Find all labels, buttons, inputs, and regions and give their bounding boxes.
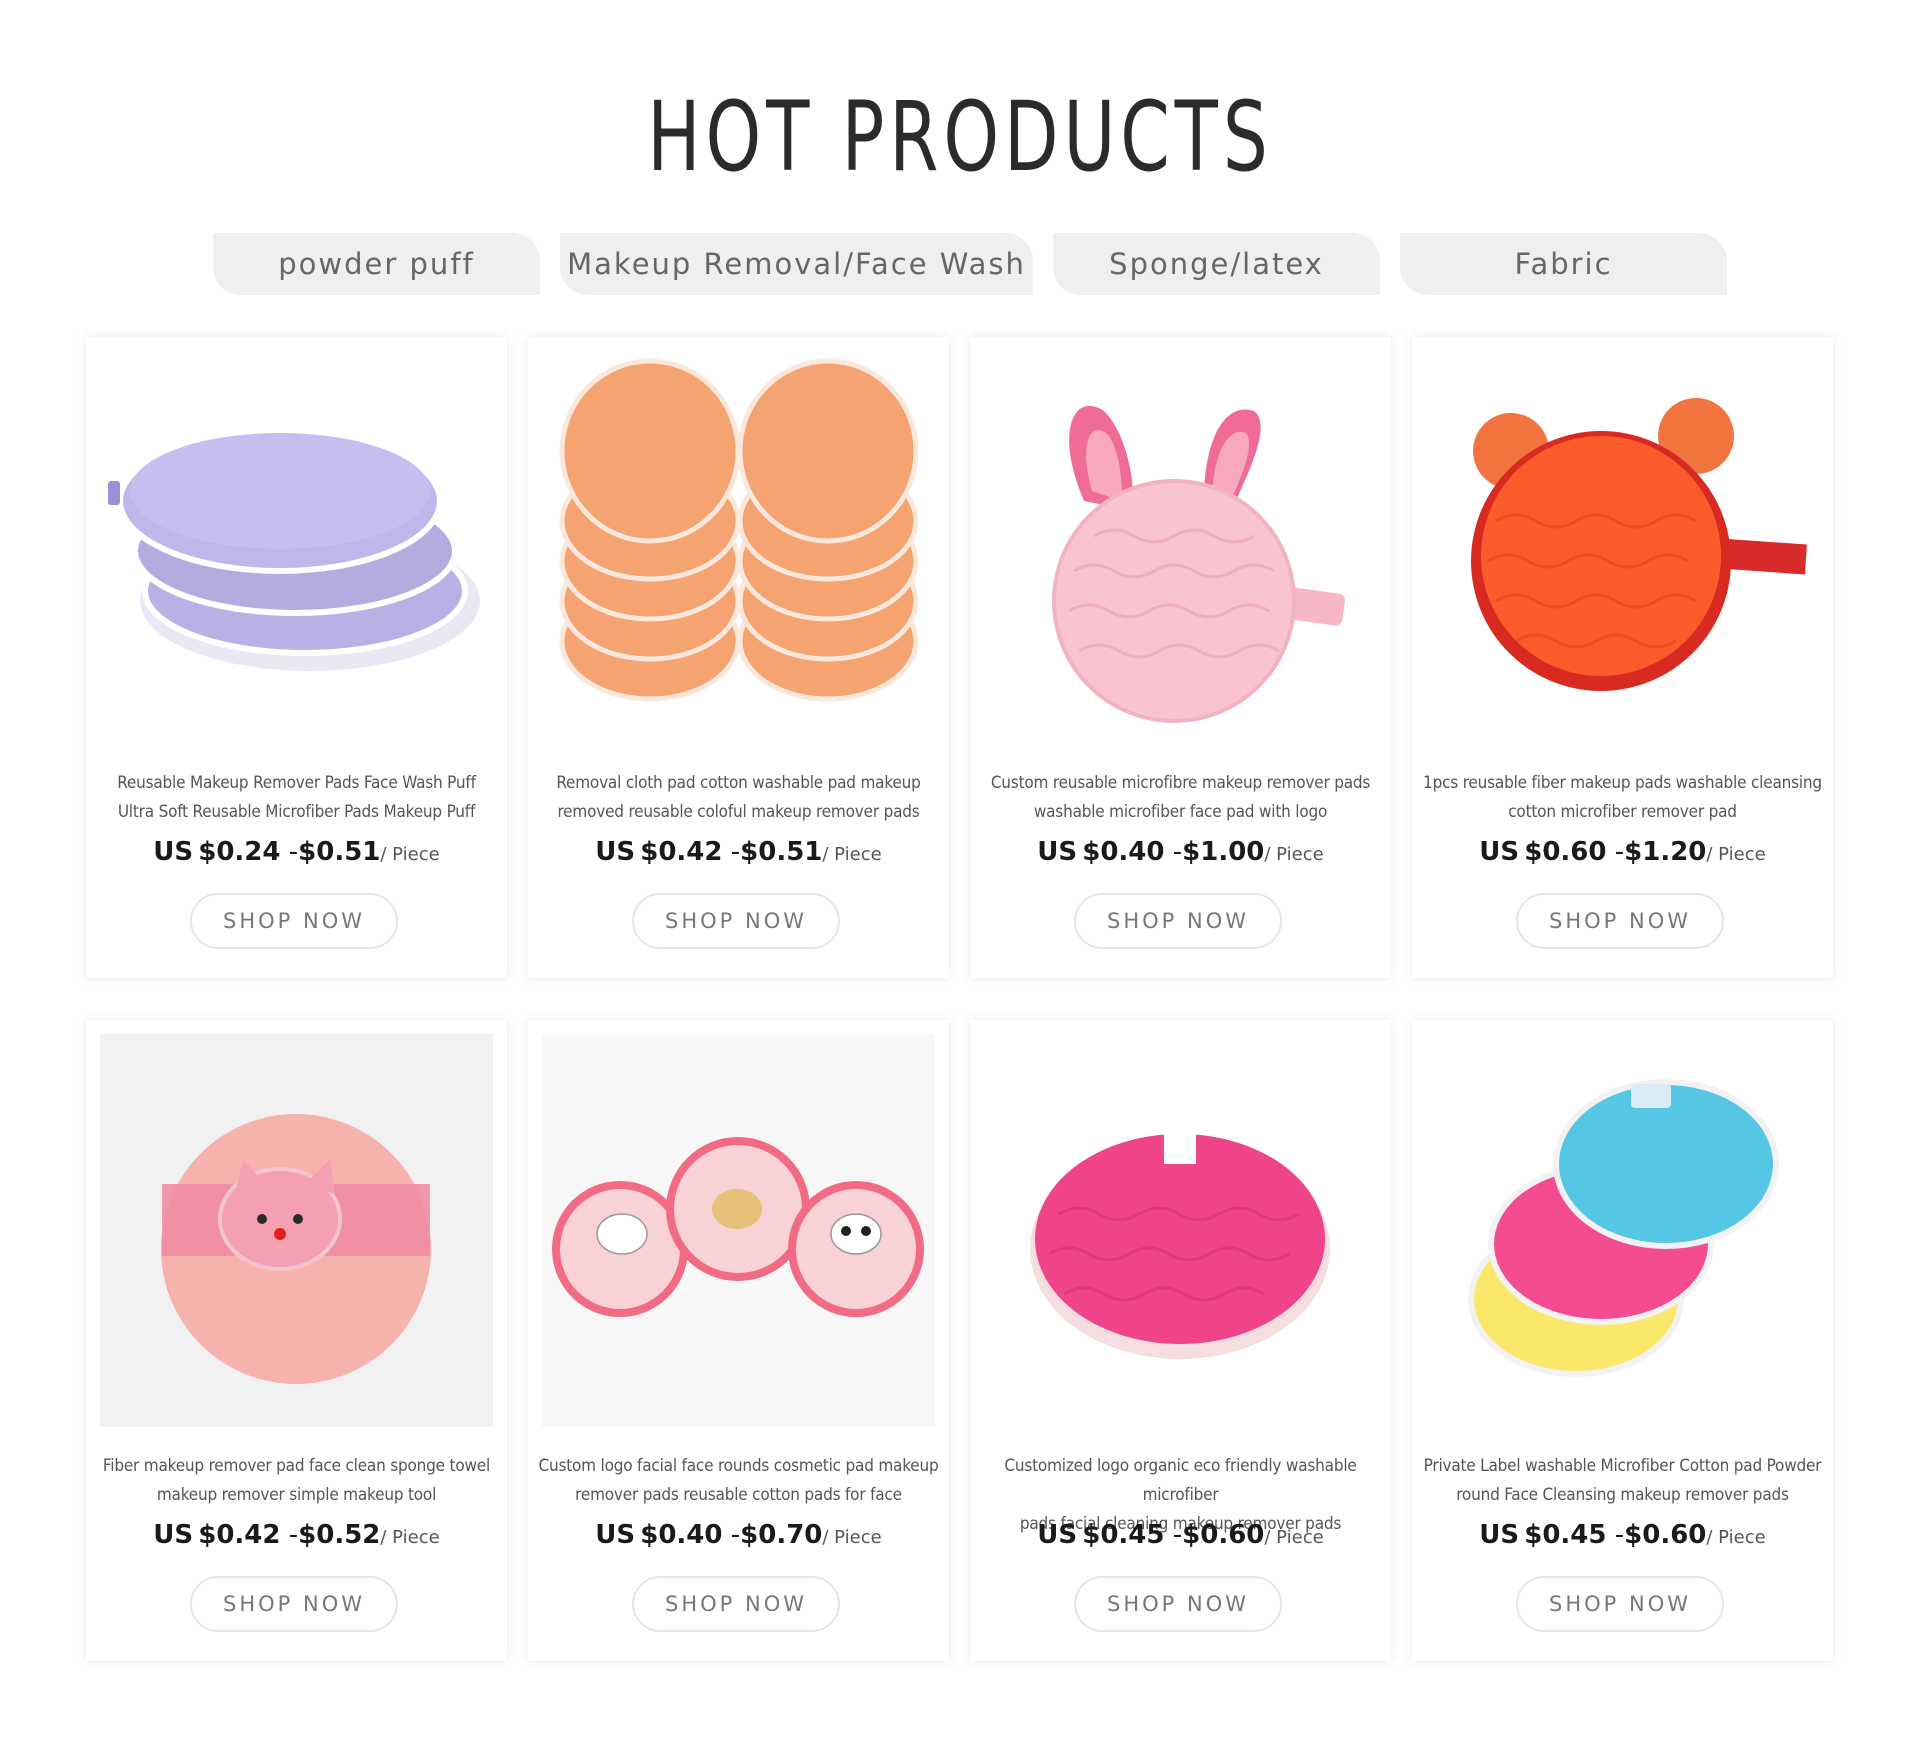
hot-products-page: HOT PRODUCTS powder puff Makeup Removal/…	[0, 0, 1920, 1756]
colorful-pads-image[interactable]	[1426, 1034, 1819, 1427]
product-name-line: Fiber makeup remover pad face clean spon…	[102, 1456, 491, 1476]
product-name-line: washable microfiber face pad with logo	[1033, 802, 1328, 822]
animal-puffs-image[interactable]	[542, 1034, 935, 1427]
pink-cat-puff-image[interactable]	[100, 1034, 493, 1427]
product-price: US $0.42 -$0.51/ Piece	[595, 837, 882, 867]
shop-now-button[interactable]: SHOP NOW	[1516, 1576, 1724, 1632]
price-unit: / Piece	[1264, 844, 1324, 865]
price-currency: US	[595, 837, 636, 867]
product-name[interactable]: Removal cloth pad cotton washable pad ma…	[532, 769, 945, 827]
product-price: US $0.24 -$0.51/ Piece	[153, 837, 440, 867]
product-name-line: Ultra Soft Reusable Microfiber Pads Make…	[117, 802, 476, 822]
product-card[interactable]: Removal cloth pad cotton washable pad ma…	[528, 337, 949, 978]
price-unit: / Piece	[822, 844, 882, 865]
product-name-line: 1pcs reusable fiber makeup pads washable…	[1423, 773, 1822, 793]
product-name-line: cotton microfiber remover pad	[1508, 802, 1737, 822]
price-low: $0.45	[1524, 1520, 1607, 1550]
product-name[interactable]: 1pcs reusable fiber makeup pads washable…	[1416, 769, 1829, 827]
price-low: $0.42	[640, 837, 723, 867]
shop-now-button[interactable]: SHOP NOW	[1074, 1576, 1282, 1632]
category-tabs: powder puff Makeup Removal/Face Wash Spo…	[0, 233, 1920, 295]
shop-now-button[interactable]: SHOP NOW	[632, 893, 840, 949]
price-currency: US	[595, 1520, 636, 1550]
product-name-line: round Face Cleansing makeup remover pads	[1456, 1485, 1789, 1505]
tab-powder-puff[interactable]: powder puff	[213, 233, 540, 295]
lavender-pads-image[interactable]	[100, 351, 493, 744]
product-card[interactable]: Fiber makeup remover pad face clean spon…	[86, 1020, 507, 1661]
price-unit: / Piece	[1264, 1527, 1324, 1548]
product-name-line: Customized logo organic eco friendly was…	[1004, 1456, 1357, 1505]
price-high: $0.52	[298, 1520, 381, 1550]
product-name[interactable]: Custom reusable microfibre makeup remove…	[974, 769, 1387, 827]
price-high: $1.00	[1182, 837, 1265, 867]
orange-pads-stack-image[interactable]	[542, 351, 935, 744]
product-name-line: makeup remover simple makeup tool	[156, 1485, 437, 1505]
product-name-line: Custom reusable microfibre makeup remove…	[990, 773, 1371, 793]
price-currency: US	[1037, 1520, 1078, 1550]
price-currency: US	[153, 1520, 194, 1550]
product-name-line: Reusable Makeup Remover Pads Face Wash P…	[117, 773, 476, 793]
product-name-line: Removal cloth pad cotton washable pad ma…	[556, 773, 921, 793]
price-high: $0.51	[298, 837, 381, 867]
price-low: $0.60	[1524, 837, 1607, 867]
shop-now-button[interactable]: SHOP NOW	[190, 1576, 398, 1632]
product-name[interactable]: Reusable Makeup Remover Pads Face Wash P…	[90, 769, 503, 827]
price-low: $0.24	[198, 837, 281, 867]
shop-now-button[interactable]: SHOP NOW	[632, 1576, 840, 1632]
price-low: $0.45	[1082, 1520, 1165, 1550]
product-name-line: removed reusable coloful makeup remover …	[557, 802, 920, 822]
product-name-line: remover pads reusable cotton pads for fa…	[575, 1485, 902, 1505]
price-currency: US	[1479, 837, 1520, 867]
price-low: $0.40	[640, 1520, 723, 1550]
product-price: US $0.45 -$0.60/ Piece	[1479, 1520, 1766, 1550]
price-high: $0.51	[740, 837, 823, 867]
section-title: HOT PRODUCTS	[647, 81, 1273, 193]
price-currency: US	[1037, 837, 1078, 867]
product-card[interactable]: Private Label washable Microfiber Cotton…	[1412, 1020, 1833, 1661]
product-name-line: Private Label washable Microfiber Cotton…	[1423, 1456, 1822, 1476]
product-price: US $0.40 -$1.00/ Piece	[1037, 837, 1324, 867]
price-unit: / Piece	[1706, 1527, 1766, 1548]
magenta-pad-image[interactable]	[984, 1034, 1377, 1427]
price-unit: / Piece	[380, 844, 440, 865]
pink-bunny-pad-image[interactable]	[984, 351, 1377, 744]
price-low: $0.40	[1082, 837, 1165, 867]
price-high: $0.60	[1182, 1520, 1265, 1550]
product-price: US $0.42 -$0.52/ Piece	[153, 1520, 440, 1550]
product-name-line: Custom logo facial face rounds cosmetic …	[538, 1456, 939, 1476]
product-price: US $0.40 -$0.70/ Piece	[595, 1520, 882, 1550]
product-name[interactable]: Custom logo facial face rounds cosmetic …	[532, 1452, 945, 1510]
product-name[interactable]: Fiber makeup remover pad face clean spon…	[90, 1452, 503, 1510]
tab-sponge-latex[interactable]: Sponge/latex	[1053, 233, 1380, 295]
price-currency: US	[1479, 1520, 1520, 1550]
price-unit: / Piece	[1706, 844, 1766, 865]
shop-now-button[interactable]: SHOP NOW	[190, 893, 398, 949]
price-high: $1.20	[1624, 837, 1707, 867]
product-name[interactable]: Private Label washable Microfiber Cotton…	[1416, 1452, 1829, 1510]
price-currency: US	[153, 837, 194, 867]
tab-fabric[interactable]: Fabric	[1400, 233, 1727, 295]
product-card[interactable]: Reusable Makeup Remover Pads Face Wash P…	[86, 337, 507, 978]
price-low: $0.42	[198, 1520, 281, 1550]
shop-now-button[interactable]: SHOP NOW	[1074, 893, 1282, 949]
product-card[interactable]: 1pcs reusable fiber makeup pads washable…	[1412, 337, 1833, 978]
price-high: $0.70	[740, 1520, 823, 1550]
product-price: US $0.60 -$1.20/ Piece	[1479, 837, 1766, 867]
price-high: $0.60	[1624, 1520, 1707, 1550]
price-unit: / Piece	[822, 1527, 882, 1548]
price-unit: / Piece	[380, 1527, 440, 1548]
product-card[interactable]: Customized logo organic eco friendly was…	[970, 1020, 1391, 1661]
shop-now-button[interactable]: SHOP NOW	[1516, 893, 1724, 949]
orange-bear-pad-image[interactable]	[1426, 351, 1819, 744]
product-card[interactable]: Custom logo facial face rounds cosmetic …	[528, 1020, 949, 1661]
product-card[interactable]: Custom reusable microfibre makeup remove…	[970, 337, 1391, 978]
product-price: US $0.45 -$0.60/ Piece	[1037, 1520, 1324, 1550]
tab-makeup-removal[interactable]: Makeup Removal/Face Wash	[560, 233, 1033, 295]
